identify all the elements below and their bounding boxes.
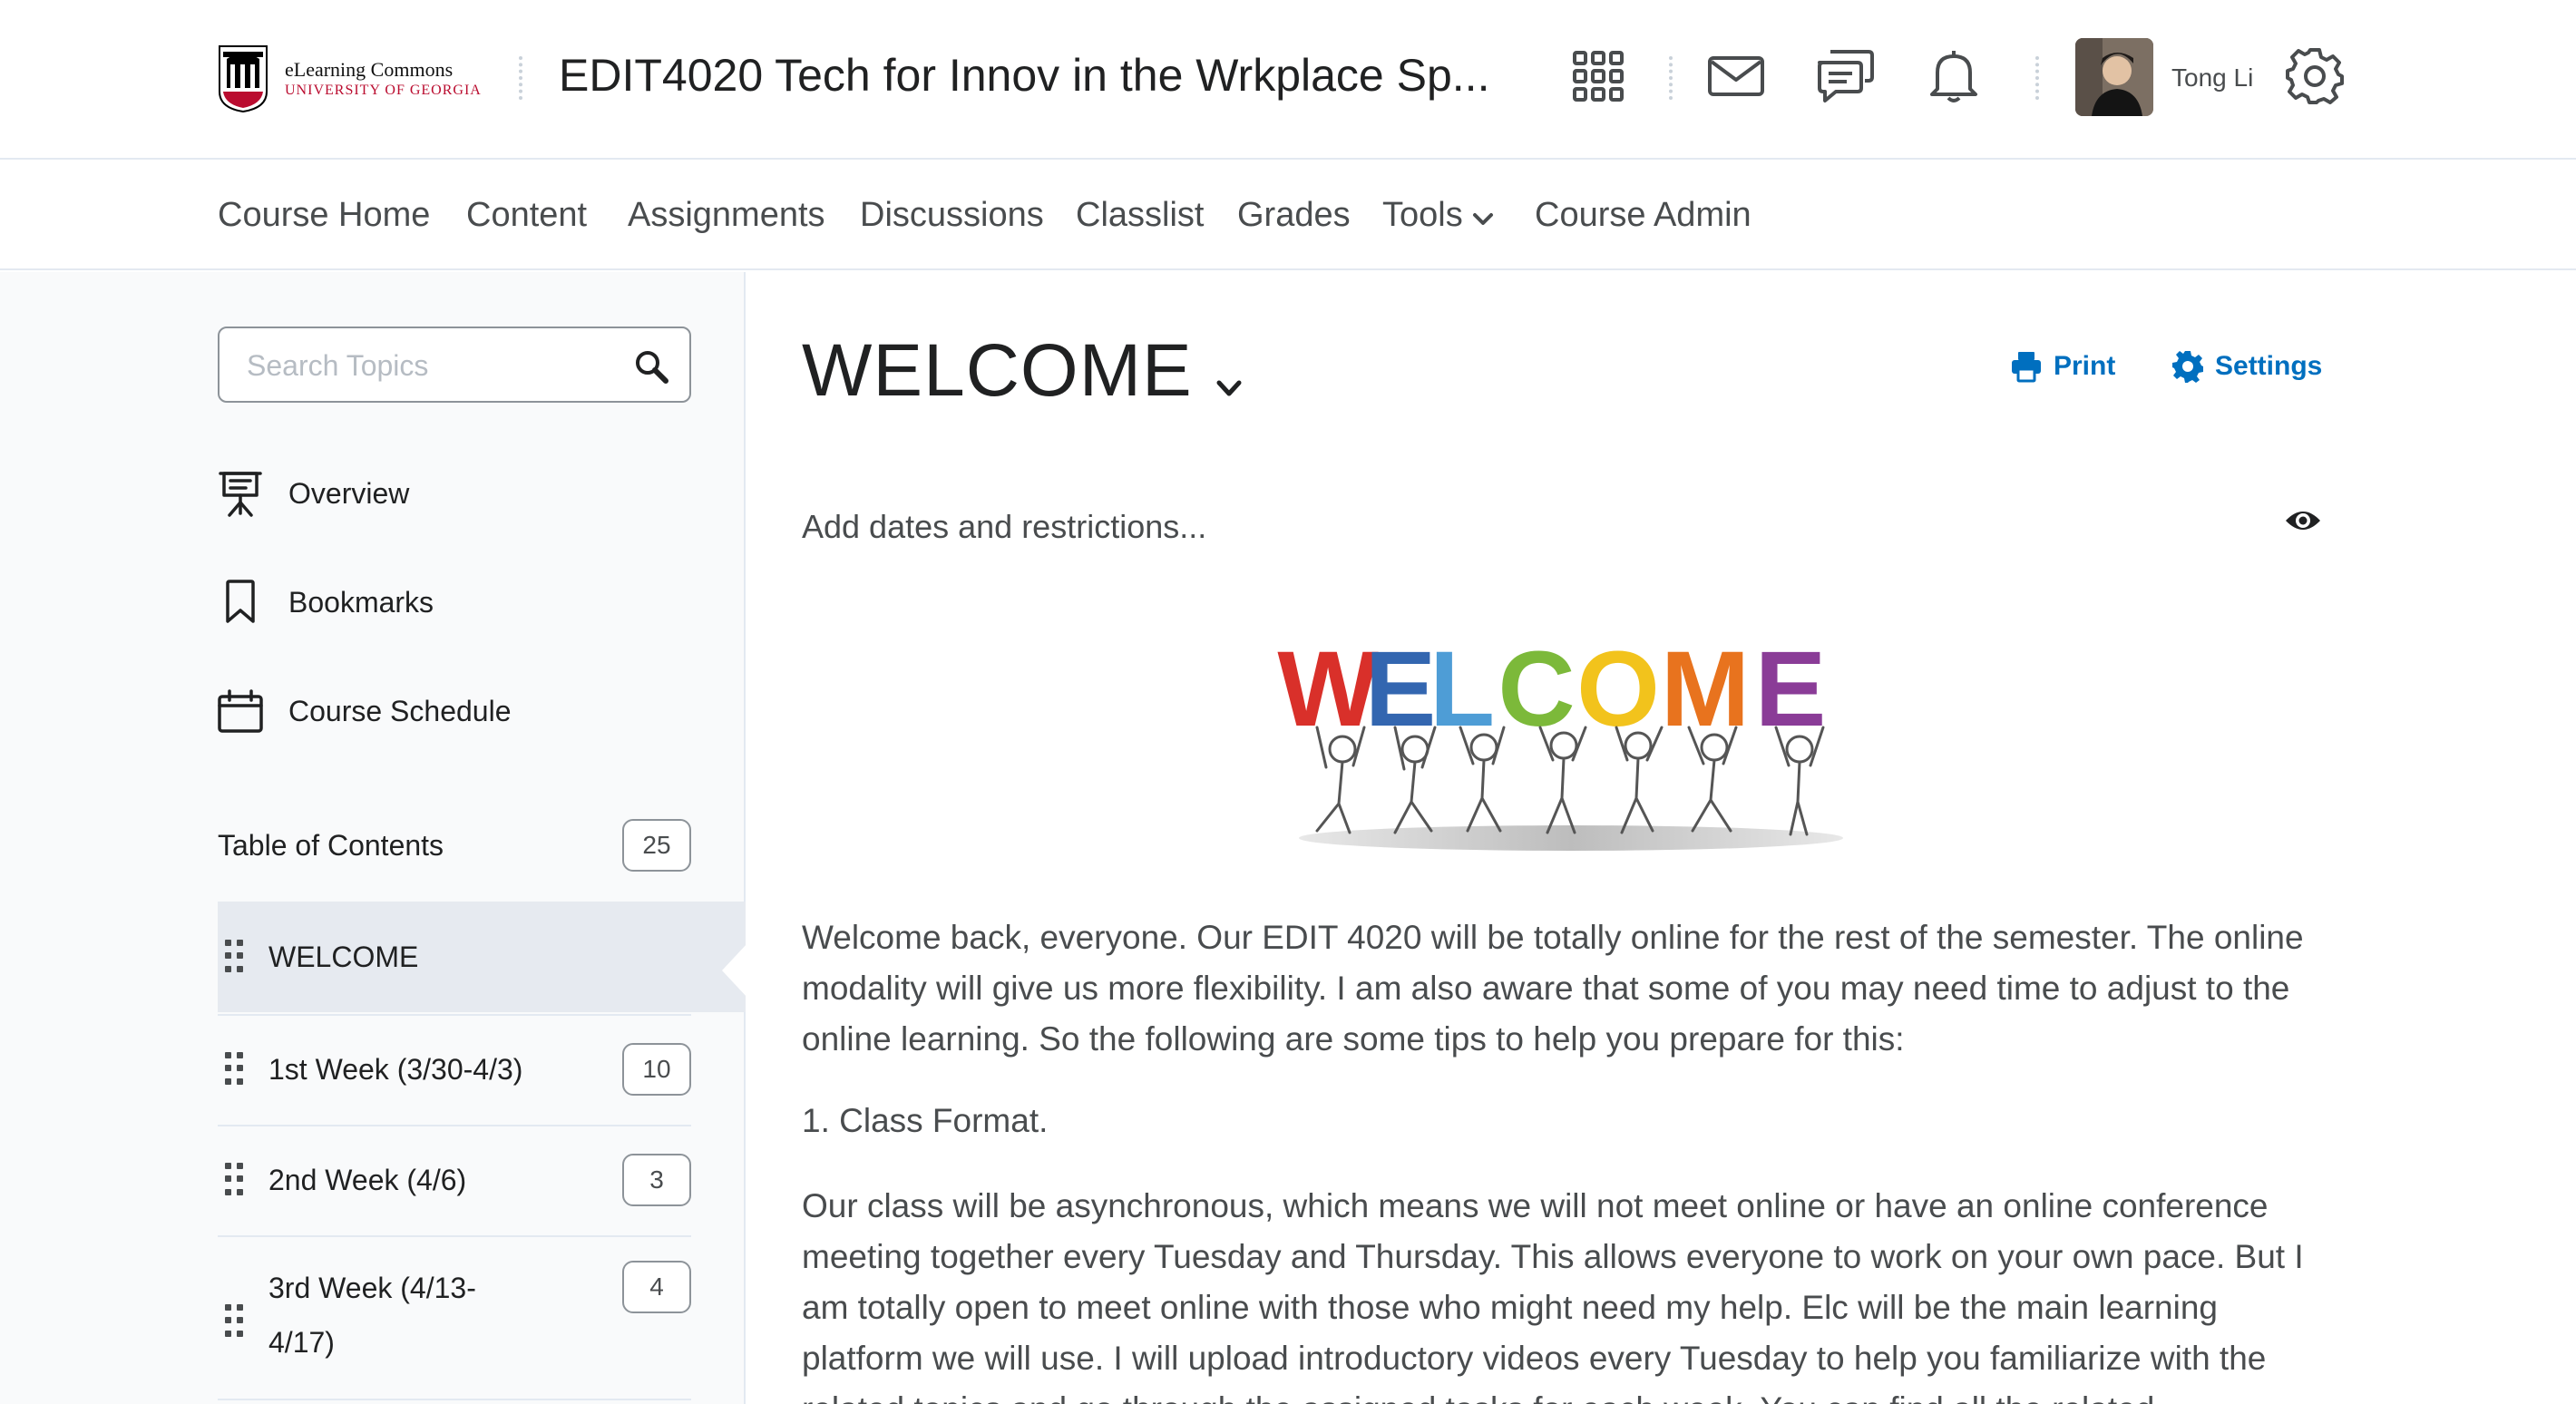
toc-count-badge: 25 [622, 819, 691, 872]
nav-discussions[interactable]: Discussions [860, 196, 1044, 235]
eye-icon[interactable] [2284, 504, 2322, 537]
class-format-paragraph: Our class will be asynchronous, which me… [802, 1187, 2304, 1404]
add-dates-restrictions-link[interactable]: Add dates and restrictions... [802, 508, 1206, 546]
module-week-2[interactable]: 2nd Week (4/6) 3 [218, 1125, 691, 1233]
header-divider [1669, 56, 1673, 100]
module-count-badge: 10 [622, 1043, 691, 1096]
welcome-banner-image: W E L C O M E [1263, 604, 1879, 874]
bookmark-icon [218, 577, 263, 628]
settings-label: Settings [2215, 351, 2323, 381]
table-of-contents[interactable]: Table of Contents 25 [218, 818, 691, 873]
module-count-badge: 4 [622, 1261, 691, 1313]
nav-assignments[interactable]: Assignments [628, 196, 825, 235]
module-week-1[interactable]: 1st Week (3/30-4/3) 10 [218, 1014, 691, 1123]
svg-text:C: C [1498, 629, 1575, 749]
gear-icon[interactable] [2280, 42, 2349, 111]
chat-icon[interactable] [1810, 42, 1879, 111]
print-label: Print [2054, 351, 2116, 381]
sidebar-bookmarks-label: Bookmarks [288, 585, 434, 619]
sidebar-overview[interactable]: Overview [218, 466, 409, 521]
elc-logo[interactable]: eLearning Commons UNIVERSITY OF GEORGIA [218, 42, 490, 116]
module-label: WELCOME [268, 941, 419, 973]
section-heading-class-format: 1. Class Format. [802, 1102, 1049, 1139]
printer-icon [2010, 350, 2043, 383]
nav-tools-label: Tools [1382, 196, 1463, 234]
svg-text:E: E [1365, 629, 1437, 749]
mail-icon[interactable] [1702, 42, 1771, 111]
intro-paragraph: Welcome back, everyone. Our EDIT 4020 wi… [802, 919, 2304, 1058]
module-week-3[interactable]: 3rd Week (4/13- 4/17) 4 [218, 1235, 691, 1400]
module-count-badge: 3 [622, 1154, 691, 1206]
header-divider [519, 56, 522, 100]
nav-tools[interactable]: Tools [1382, 196, 1494, 236]
module-label: 1st Week (3/30-4/3) [268, 1053, 523, 1086]
course-title[interactable]: EDIT4020 Tech for Innov in the Wrkplace … [559, 49, 1489, 102]
calendar-icon [218, 686, 263, 736]
top-header: eLearning Commons UNIVERSITY OF GEORGIA … [0, 0, 2576, 160]
course-navbar: Course Home Content Assignments Discussi… [0, 161, 2576, 270]
svg-text:M: M [1661, 629, 1750, 749]
bell-icon[interactable] [1919, 42, 1988, 111]
nav-course-admin[interactable]: Course Admin [1535, 196, 1751, 235]
drag-handle-icon[interactable] [225, 1052, 243, 1087]
avatar[interactable] [2075, 38, 2153, 116]
toc-label: Table of Contents [218, 828, 444, 862]
page-title: WELCOME [802, 329, 1193, 412]
drag-handle-icon[interactable] [225, 1163, 243, 1197]
search-topics-input[interactable] [247, 345, 610, 386]
search-icon[interactable] [629, 345, 673, 388]
chevron-down-icon[interactable] [1212, 372, 1246, 406]
module-label: 3rd Week (4/13- 4/17) [268, 1272, 476, 1359]
svg-text:E: E [1755, 629, 1827, 749]
sidebar-course-schedule-label: Course Schedule [288, 694, 512, 727]
content-sidebar: Overview Bookmarks Course Schedule Table… [0, 272, 747, 1404]
module-welcome[interactable]: WELCOME [218, 902, 747, 1012]
nav-grades[interactable]: Grades [1237, 196, 1351, 235]
nav-content[interactable]: Content [466, 196, 587, 235]
module-label: 2nd Week (4/6) [268, 1164, 467, 1196]
nav-course-home[interactable]: Course Home [218, 196, 430, 235]
waffle-grid-icon[interactable] [1564, 42, 1633, 111]
sidebar-bookmarks[interactable]: Bookmarks [218, 575, 434, 629]
sidebar-overview-label: Overview [288, 476, 410, 510]
gear-icon [2171, 350, 2204, 383]
logo-line-2: UNIVERSITY OF GEORGIA [285, 83, 482, 99]
print-button[interactable]: Print [2010, 345, 2115, 388]
user-name[interactable]: Tong Li [2171, 63, 2253, 93]
chevron-down-icon [1472, 197, 1494, 236]
drag-handle-icon[interactable] [225, 1304, 243, 1339]
settings-button[interactable]: Settings [2171, 345, 2322, 388]
uga-arch-logo-icon [219, 45, 268, 113]
logo-line-1: eLearning Commons [285, 58, 454, 82]
header-divider [2035, 56, 2039, 100]
search-topics-box [218, 327, 691, 403]
drag-handle-icon[interactable] [225, 940, 243, 974]
sidebar-course-schedule[interactable]: Course Schedule [218, 684, 511, 738]
presentation-icon [218, 468, 263, 519]
nav-classlist[interactable]: Classlist [1076, 196, 1204, 235]
